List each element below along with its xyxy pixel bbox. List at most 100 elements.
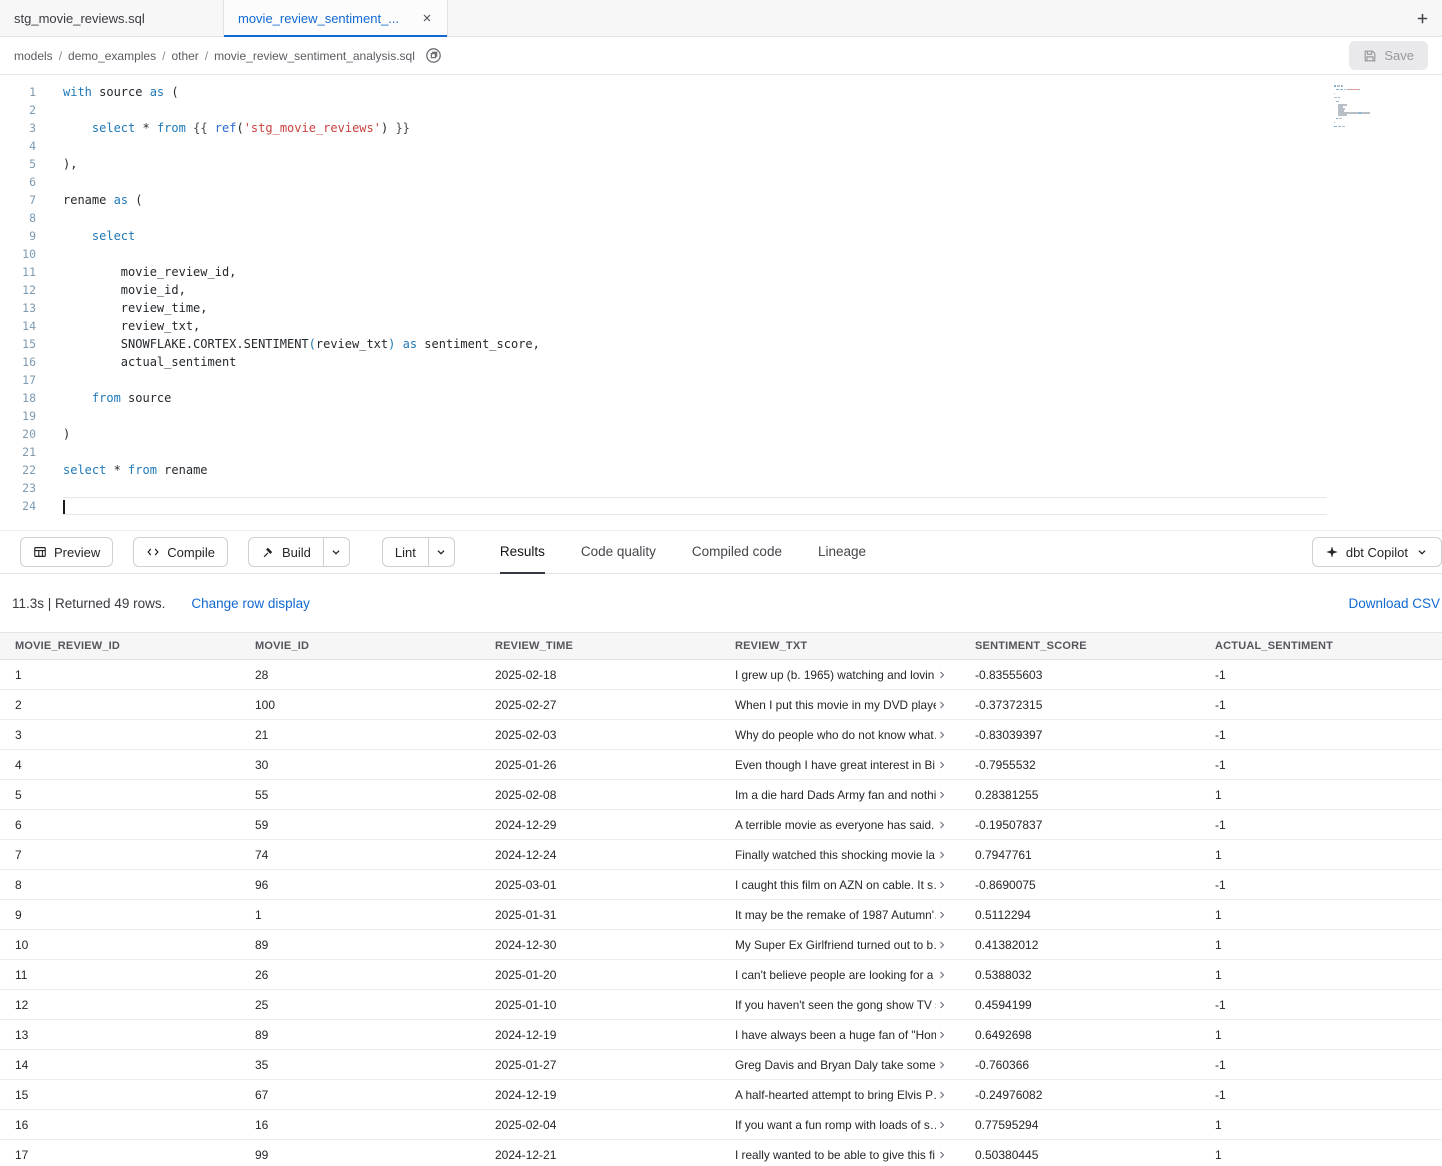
code-text[interactable]: review_time, (63, 299, 1327, 317)
code-text[interactable]: SNOWFLAKE.CORTEX.SENTIMENT(review_txt) a… (63, 335, 1327, 353)
save-button-label: Save (1384, 48, 1414, 63)
tab-lineage[interactable]: Lineage (818, 530, 866, 574)
minimap[interactable] (1334, 85, 1398, 132)
expand-row-icon[interactable] (936, 1029, 950, 1041)
code-line[interactable]: 24 (0, 497, 1442, 515)
table-cell: -1 (1200, 660, 1440, 689)
code-text[interactable]: movie_id, (63, 281, 1327, 299)
tab-code-quality[interactable]: Code quality (581, 530, 656, 574)
code-text[interactable]: select * from rename (63, 461, 1327, 479)
expand-row-icon[interactable] (936, 939, 950, 951)
expand-row-icon[interactable] (936, 969, 950, 981)
code-text[interactable]: rename as ( (63, 191, 1327, 209)
tab-results[interactable]: Results (500, 530, 545, 574)
table-cell: 2024-12-24 (480, 840, 720, 869)
code-text[interactable]: select (63, 227, 1327, 245)
code-text[interactable]: actual_sentiment (63, 353, 1327, 371)
code-line[interactable]: 17 (0, 371, 1442, 389)
expand-row-icon[interactable] (936, 669, 950, 681)
code-text[interactable] (63, 443, 1327, 461)
code-text[interactable]: ) (63, 425, 1327, 443)
code-line[interactable]: 6 (0, 173, 1442, 191)
table-cell: Finally watched this shocking movie la… (720, 840, 960, 869)
preview-button[interactable]: Preview (20, 537, 113, 567)
code-text[interactable] (63, 209, 1327, 227)
code-line[interactable]: 20) (0, 425, 1442, 443)
code-line[interactable]: 13 review_time, (0, 299, 1442, 317)
code-text[interactable]: ), (63, 155, 1327, 173)
expand-row-icon[interactable] (936, 909, 950, 921)
code-line[interactable]: 10 (0, 245, 1442, 263)
code-line[interactable]: 14 review_txt, (0, 317, 1442, 335)
code-line[interactable]: 21 (0, 443, 1442, 461)
expand-row-icon[interactable] (936, 879, 950, 891)
tab-label: stg_movie_reviews.sql (14, 11, 145, 26)
code-line[interactable]: 18 from source (0, 389, 1442, 407)
code-text[interactable] (63, 137, 1327, 155)
expand-row-icon[interactable] (936, 759, 950, 771)
code-line[interactable]: 23 (0, 479, 1442, 497)
code-line[interactable]: 16 actual_sentiment (0, 353, 1442, 371)
code-line[interactable]: 8 (0, 209, 1442, 227)
expand-row-icon[interactable] (936, 1149, 950, 1161)
close-icon[interactable] (421, 12, 433, 24)
code-text[interactable]: select * from {{ ref('stg_movie_reviews'… (63, 119, 1327, 137)
code-text[interactable] (63, 479, 1327, 497)
breadcrumb-models[interactable]: models (14, 49, 53, 63)
tab-movie-review-sentiment[interactable]: movie_review_sentiment_... (224, 0, 448, 36)
expand-row-icon[interactable] (936, 999, 950, 1011)
expand-row-icon[interactable] (936, 1119, 950, 1131)
code-text[interactable] (63, 407, 1327, 425)
table-cell: -0.24976082 (960, 1080, 1200, 1109)
code-line[interactable]: 2 (0, 101, 1442, 119)
review-text: My Super Ex Girlfriend turned out to b… (735, 938, 936, 952)
expand-row-icon[interactable] (936, 1089, 950, 1101)
table-row: 13892024-12-19I have always been a huge … (0, 1020, 1442, 1050)
code-editor[interactable]: 1with source as (23 select * from {{ ref… (0, 75, 1442, 530)
expand-row-icon[interactable] (936, 699, 950, 711)
expand-row-icon[interactable] (936, 849, 950, 861)
lint-button-group: Lint (382, 537, 455, 567)
code-line[interactable]: 12 movie_id, (0, 281, 1442, 299)
code-text[interactable] (63, 371, 1327, 389)
expand-row-icon[interactable] (936, 789, 950, 801)
change-row-display-link[interactable]: Change row display (191, 596, 310, 611)
code-line[interactable]: 5), (0, 155, 1442, 173)
compile-button[interactable]: Compile (133, 537, 228, 567)
code-line[interactable]: 15 SNOWFLAKE.CORTEX.SENTIMENT(review_txt… (0, 335, 1442, 353)
breadcrumb-other[interactable]: other (171, 49, 198, 63)
code-line[interactable]: 9 select (0, 227, 1442, 245)
code-text[interactable] (63, 101, 1327, 119)
build-button[interactable]: Build (248, 537, 324, 567)
dbt-copilot-button[interactable]: dbt Copilot (1312, 537, 1442, 567)
code-text[interactable] (63, 497, 1327, 515)
code-line[interactable]: 22select * from rename (0, 461, 1442, 479)
code-line[interactable]: 4 (0, 137, 1442, 155)
code-line[interactable]: 7rename as ( (0, 191, 1442, 209)
code-line[interactable]: 3 select * from {{ ref('stg_movie_review… (0, 119, 1442, 137)
download-csv-link[interactable]: Download CSV (1348, 596, 1440, 611)
lint-button[interactable]: Lint (382, 537, 429, 567)
code-text[interactable]: with source as ( (63, 83, 1327, 101)
code-line[interactable]: 19 (0, 407, 1442, 425)
breadcrumb-demo-examples[interactable]: demo_examples (68, 49, 156, 63)
build-dropdown-button[interactable] (324, 537, 350, 567)
table-cell: -1 (1200, 810, 1440, 839)
expand-row-icon[interactable] (936, 819, 950, 831)
code-text[interactable]: movie_review_id, (63, 263, 1327, 281)
copy-path-icon[interactable] (425, 47, 442, 64)
tab-compiled-code[interactable]: Compiled code (692, 530, 782, 574)
code-text[interactable] (63, 245, 1327, 263)
lint-dropdown-button[interactable] (429, 537, 455, 567)
code-text[interactable] (63, 173, 1327, 191)
tab-stg-movie-reviews[interactable]: stg_movie_reviews.sql (0, 0, 224, 36)
expand-row-icon[interactable] (936, 1059, 950, 1071)
save-button[interactable]: Save (1349, 41, 1428, 70)
code-line[interactable]: 11 movie_review_id, (0, 263, 1442, 281)
table-row: 11262025-01-20I can't believe people are… (0, 960, 1442, 990)
code-text[interactable]: from source (63, 389, 1327, 407)
code-line[interactable]: 1with source as ( (0, 83, 1442, 101)
code-text[interactable]: review_txt, (63, 317, 1327, 335)
new-tab-button[interactable] (1402, 0, 1442, 36)
expand-row-icon[interactable] (936, 729, 950, 741)
